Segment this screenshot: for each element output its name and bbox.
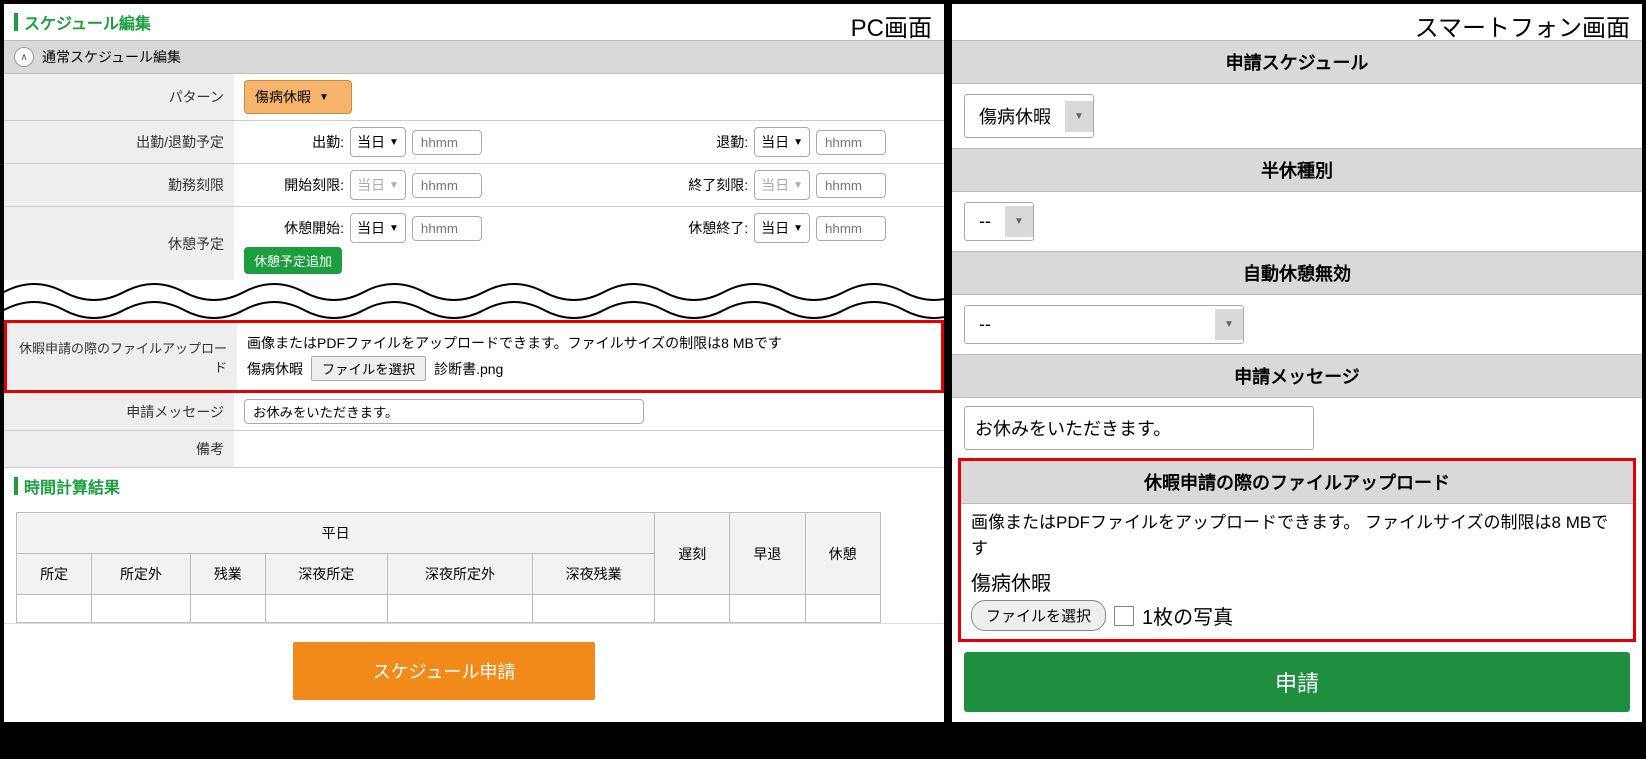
schedule-submit-button[interactable]: スケジュール申請 — [293, 642, 596, 700]
attendance-start-label: 出勤: — [244, 132, 344, 152]
th-col3: 深夜所定 — [265, 554, 387, 595]
upload-desc: 画像またはPDFファイルをアップロードできます。ファイルサイズの制限は8 MBで… — [247, 331, 931, 356]
th-col4: 深夜所定外 — [387, 554, 532, 595]
caret-down-icon: ▼ — [1215, 309, 1243, 340]
caret-down-icon: ▼ — [793, 223, 803, 234]
sp-halfday-value: -- — [965, 203, 1005, 240]
sp-autobreak-header: 自動休憩無効 — [952, 251, 1642, 295]
break-end-day-select[interactable]: 当日▼ — [754, 213, 810, 243]
caret-down-icon: ▼ — [389, 180, 399, 191]
schedule-edit-header: スケジュール編集 — [4, 4, 944, 40]
pattern-select[interactable]: 傷病休暇 — [244, 80, 352, 114]
row-worklimit: 勤務刻限 開始刻限: 当日▼ 終了刻限: 当日▼ — [4, 164, 944, 207]
pc-panel: PC画面 スケジュール編集 ∧ 通常スケジュール編集 パターン 傷病休暇 出勤/… — [4, 4, 944, 722]
add-break-button[interactable]: 休憩予定追加 — [244, 247, 342, 274]
sp-schedule-select[interactable]: 傷病休暇 ▼ — [964, 94, 1094, 138]
worklimit-end-label: 終了刻限: — [648, 175, 748, 195]
smartphone-panel: スマートフォン画面 申請スケジュール 傷病休暇 ▼ 半休種別 -- ▼ 自動休憩… — [952, 4, 1642, 722]
sp-message-input[interactable]: お休みをいただきます。 — [964, 406, 1314, 450]
omission-wave — [4, 280, 944, 320]
th-early: 早退 — [730, 513, 805, 595]
break-start-label: 休憩開始: — [244, 218, 344, 238]
th-col5: 深夜残業 — [533, 554, 655, 595]
sp-upload-header: 休暇申請の際のファイルアップロード — [961, 461, 1633, 504]
break-start-time-input[interactable] — [412, 216, 482, 241]
caret-down-icon: ▼ — [389, 137, 399, 148]
th-col0: 所定 — [17, 554, 92, 595]
th-break: 休憩 — [805, 513, 880, 595]
pc-panel-title: PC画面 — [851, 8, 932, 43]
caret-down-icon: ▼ — [793, 137, 803, 148]
sp-message-header: 申請メッセージ — [952, 354, 1642, 398]
sp-halfday-select[interactable]: -- ▼ — [964, 202, 1034, 241]
attendance-start-day-select[interactable]: 当日▼ — [350, 127, 406, 157]
upload-type: 傷病休暇 — [247, 361, 303, 377]
normal-schedule-accordion[interactable]: ∧ 通常スケジュール編集 — [4, 40, 944, 74]
attendance-start-time-input[interactable] — [412, 130, 482, 155]
sp-submit-button[interactable]: 申請 — [964, 652, 1630, 712]
sp-autobreak-value: -- — [965, 306, 1215, 343]
caret-down-icon: ▼ — [1065, 101, 1093, 132]
chevron-up-icon[interactable]: ∧ — [14, 47, 34, 67]
accordion-title: 通常スケジュール編集 — [42, 47, 181, 67]
break-end-time-input[interactable] — [816, 216, 886, 241]
label-note: 備考 — [4, 431, 234, 467]
choose-file-button[interactable]: ファイルを選択 — [311, 356, 426, 381]
row-message: 申請メッセージ — [4, 393, 944, 431]
break-end-label: 休憩終了: — [648, 218, 748, 238]
th-weekday: 平日 — [17, 513, 655, 554]
break-start-day-select[interactable]: 当日▼ — [350, 213, 406, 243]
row-attendance: 出勤/退勤予定 出勤: 当日▼ 退勤: 当日▼ — [4, 121, 944, 164]
label-message: 申請メッセージ — [4, 393, 234, 430]
worklimit-end-day-select[interactable]: 当日▼ — [754, 170, 810, 200]
label-pattern: パターン — [4, 74, 234, 120]
caret-down-icon: ▼ — [1005, 206, 1033, 237]
file-thumbnail-icon — [1114, 606, 1134, 626]
worklimit-start-label: 開始刻限: — [244, 175, 344, 195]
sp-schedule-value: 傷病休暇 — [965, 95, 1065, 137]
label-file-upload: 休暇申請の際のファイルアップロード — [7, 323, 237, 390]
worklimit-start-time-input[interactable] — [412, 173, 482, 198]
sp-file-count-text: 1枚の写真 — [1142, 601, 1233, 630]
caret-down-icon: ▼ — [793, 180, 803, 191]
sp-schedule-header: 申請スケジュール — [952, 40, 1642, 84]
label-break: 休憩予定 — [4, 207, 234, 280]
attendance-end-label: 退勤: — [648, 132, 748, 152]
sp-panel-title: スマートフォン画面 — [1415, 8, 1630, 43]
th-late: 遅刻 — [655, 513, 730, 595]
row-break: 休憩予定 休憩開始: 当日▼ 休憩終了: 当日▼ — [4, 207, 944, 280]
time-calc-table: 平日 遅刻 早退 休憩 所定 所定外 残業 深夜所定 深夜所定外 深夜残業 — [16, 512, 881, 623]
sp-upload-type: 傷病休暇 — [961, 567, 1633, 600]
upload-filename: 診断書.png — [434, 361, 503, 377]
sp-halfday-header: 半休種別 — [952, 148, 1642, 192]
th-col2: 残業 — [190, 554, 265, 595]
message-input[interactable] — [244, 399, 644, 424]
row-file-upload: 休暇申請の際のファイルアップロード 画像またはPDFファイルをアップロードできま… — [4, 320, 944, 393]
attendance-end-time-input[interactable] — [816, 130, 886, 155]
row-note: 備考 — [4, 431, 944, 468]
sp-upload-red-box: 休暇申請の際のファイルアップロード 画像またはPDFファイルをアップロードできま… — [958, 458, 1636, 642]
worklimit-start-day-select[interactable]: 当日▼ — [350, 170, 406, 200]
table-row — [17, 595, 881, 623]
worklimit-end-time-input[interactable] — [816, 173, 886, 198]
label-worklimit: 勤務刻限 — [4, 164, 234, 206]
sp-choose-file-button[interactable]: ファイルを選択 — [971, 600, 1106, 631]
time-calc-header: 時間計算結果 — [4, 468, 944, 504]
pattern-value: 傷病休暇 — [255, 87, 311, 107]
sp-autobreak-select[interactable]: -- ▼ — [964, 305, 1244, 344]
caret-down-icon: ▼ — [389, 223, 399, 234]
sp-upload-desc: 画像またはPDFファイルをアップロードできます。 ファイルサイズの制限は8 MB… — [961, 504, 1633, 567]
label-attendance: 出勤/退勤予定 — [4, 121, 234, 163]
th-col1: 所定外 — [92, 554, 191, 595]
attendance-end-day-select[interactable]: 当日▼ — [754, 127, 810, 157]
row-pattern: パターン 傷病休暇 — [4, 74, 944, 121]
